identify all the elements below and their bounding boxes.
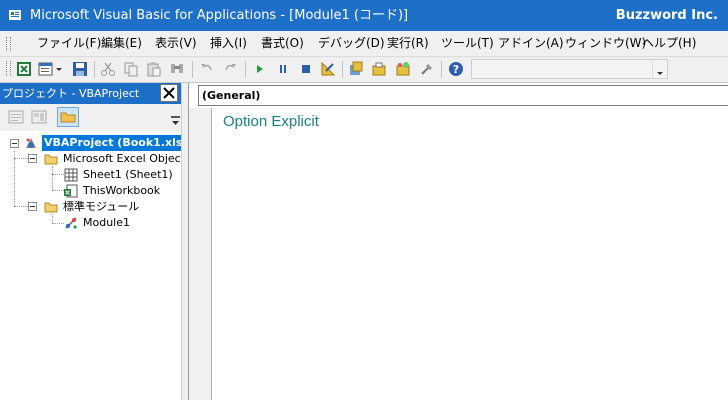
toolbar-separator (245, 61, 246, 78)
folder-icon (44, 200, 58, 214)
excel-icon[interactable] (16, 61, 32, 77)
tree-line (52, 174, 64, 175)
close-button[interactable] (160, 84, 178, 102)
toolbar-separator (441, 61, 442, 78)
code-line[interactable]: Option Explicit (223, 113, 319, 130)
help-icon[interactable]: ? (448, 61, 464, 77)
code-margin-indicator-bar[interactable] (189, 108, 212, 400)
chevron-down-icon[interactable] (171, 116, 180, 132)
menu-help[interactable]: ヘルプ(H) (642, 31, 696, 56)
cut-icon[interactable] (100, 61, 116, 77)
menubar-grip[interactable] (6, 37, 11, 51)
tree-item-label: 標準モジュール (63, 200, 140, 213)
tree-item-label: VBAProject (Book1.xlsx) (44, 136, 182, 149)
module-icon (64, 216, 78, 230)
tree-item-module1[interactable]: Module1 (83, 215, 130, 231)
close-icon (163, 87, 175, 99)
menu-debug[interactable]: デバッグ(D) (318, 31, 385, 56)
view-code-icon[interactable] (8, 109, 24, 125)
tree-item-standard-modules[interactable]: 標準モジュール (63, 199, 139, 215)
menu-run[interactable]: 実行(R) (387, 31, 429, 56)
collapse-toggle[interactable] (28, 202, 37, 211)
vba-app-icon[interactable] (8, 8, 22, 22)
project-panel-header: プロジェクト - VBAProject (0, 83, 181, 104)
menu-bar: ファイル(F) 編集(E) 表示(V) 挿入(I) 書式(O) デバッグ(D) … (0, 31, 728, 57)
view-object-icon[interactable] (31, 109, 47, 125)
code-line-text: Option Explicit (223, 113, 319, 130)
standard-toolbar: ? (0, 57, 728, 83)
design-mode-icon[interactable] (320, 61, 336, 77)
paste-icon[interactable] (146, 61, 162, 77)
undo-icon[interactable] (199, 61, 215, 77)
toolbar-grip[interactable] (6, 61, 11, 76)
project-tree: VBAProject (Book1.xlsx) Microsoft Excel … (0, 131, 182, 400)
folder-icon (44, 152, 58, 166)
folder-icon (60, 112, 76, 123)
brand-label: Buzzword Inc. (615, 8, 718, 23)
break-icon[interactable] (275, 61, 291, 77)
menu-file[interactable]: ファイル(F) (37, 31, 101, 56)
save-icon[interactable] (72, 61, 88, 77)
project-panel-toolbar (0, 104, 181, 132)
title-bar: Microsoft Visual Basic for Applications … (0, 0, 728, 31)
tree-line (14, 151, 15, 206)
tree-item-label: ThisWorkbook (83, 184, 161, 197)
tree-item-sheet1[interactable]: Sheet1 (Sheet1) (83, 167, 173, 183)
tree-item-thisworkbook[interactable]: ThisWorkbook (83, 183, 160, 199)
menu-view[interactable]: 表示(V) (155, 31, 197, 56)
find-icon[interactable] (169, 61, 185, 77)
project-explorer-icon[interactable] (348, 61, 364, 77)
code-window[interactable] (188, 83, 728, 400)
panel-splitter[interactable] (181, 83, 188, 400)
menu-insert[interactable]: 挿入(I) (210, 31, 247, 56)
tree-line (52, 223, 64, 224)
menu-window[interactable]: ウィンドウ(W) (565, 31, 646, 56)
toggle-folders-button[interactable] (57, 107, 79, 127)
tree-item-label: Sheet1 (Sheet1) (83, 168, 173, 181)
workbook-icon (64, 184, 78, 198)
toolbar-separator (342, 61, 343, 78)
object-combo[interactable]: (General) (198, 85, 728, 106)
copy-icon[interactable] (123, 61, 139, 77)
collapse-toggle[interactable] (28, 154, 37, 163)
svg-text:?: ? (453, 63, 459, 76)
menu-edit[interactable]: 編集(E) (101, 31, 142, 56)
tree-item-label: Module1 (83, 216, 130, 229)
project-panel-title: プロジェクト - VBAProject (2, 87, 140, 100)
tree-line (52, 214, 53, 223)
tree-item-vbaproject[interactable]: VBAProject (Book1.xlsx) (42, 135, 182, 151)
sheet-icon (64, 168, 78, 182)
collapse-toggle[interactable] (10, 139, 19, 148)
object-browser-icon[interactable] (395, 61, 411, 77)
toolbox-icon[interactable] (419, 61, 435, 77)
menu-addins[interactable]: アドイン(A) (498, 31, 564, 56)
tree-line (52, 166, 53, 190)
chevron-down-icon[interactable] (652, 60, 667, 78)
tree-item-excel-objects[interactable]: Microsoft Excel Objects (63, 151, 182, 167)
toolbar-separator (94, 61, 95, 78)
object-combo-value: (General) (202, 89, 261, 102)
insert-module-icon[interactable] (38, 61, 54, 77)
properties-icon[interactable] (371, 61, 387, 77)
toolbar-separator (192, 61, 193, 78)
cursor-position-box (471, 59, 668, 79)
menu-format[interactable]: 書式(O) (261, 31, 304, 56)
run-icon[interactable] (252, 61, 268, 77)
reset-icon[interactable] (298, 61, 314, 77)
window-title: Microsoft Visual Basic for Applications … (30, 8, 409, 23)
menu-tools[interactable]: ツール(T) (441, 31, 494, 56)
insert-dropdown-icon[interactable] (55, 61, 63, 77)
tree-item-label: Microsoft Excel Objects (63, 152, 182, 165)
redo-icon[interactable] (222, 61, 238, 77)
tree-line (52, 190, 64, 191)
vbaproject-icon (24, 136, 38, 150)
